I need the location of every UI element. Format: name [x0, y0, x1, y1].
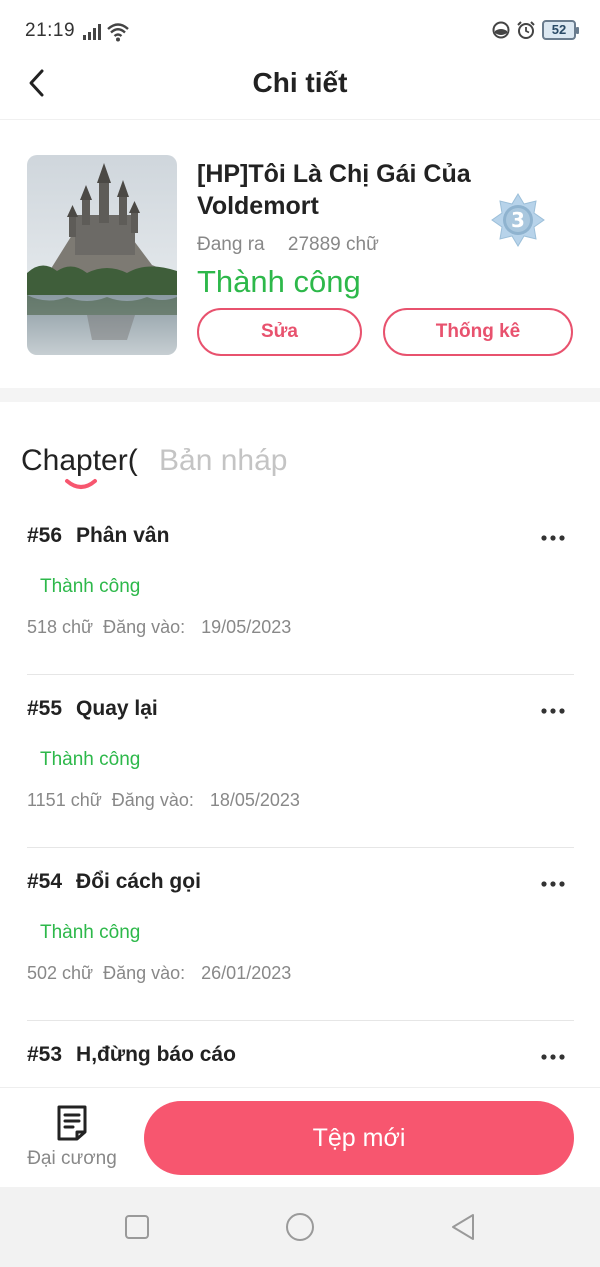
chapter-date: 18/05/2023 — [209, 790, 300, 810]
chapter-name: H,đừng báo cáo — [76, 1043, 236, 1066]
chapter-meta: 1151 chữ Đăng vào: 18/05/2023 — [27, 790, 310, 811]
chapter-meta: 502 chữ Đăng vào: 26/01/2023 — [27, 963, 301, 984]
wifi-icon — [107, 23, 129, 42]
stats-button[interactable]: Thống kê — [383, 308, 573, 356]
chapter-posted-label: Đăng vào: — [103, 617, 186, 637]
tabs: Chapter( Bản nháp — [0, 402, 600, 502]
chapter-title: #56 Phân vân — [27, 524, 169, 548]
chapter-date: 19/05/2023 — [201, 617, 292, 637]
document-list-icon — [57, 1105, 87, 1141]
status-bar: 21:19 52 — [0, 0, 600, 62]
status-time: 21:19 — [25, 20, 76, 41]
book-state: Đang ra — [197, 234, 265, 255]
chapter-word-count: 1151 chữ — [27, 790, 102, 810]
book-status: Thành công — [197, 264, 361, 299]
tab-active-indicator — [65, 479, 97, 489]
chapter-date: 26/01/2023 — [201, 963, 292, 983]
book-word-count: 27889 chữ — [287, 234, 379, 255]
data-saver-icon — [492, 21, 510, 39]
book-cover[interactable] — [27, 155, 177, 355]
chapter-title: #54 Đổi cách gọi — [27, 870, 201, 894]
chapter-row[interactable]: #53 H,đừng báo cáo — [27, 1021, 574, 1087]
chapter-status: Thành công — [40, 922, 141, 943]
book-meta: Đang ra 27889 chữ — [197, 234, 379, 256]
chapter-number: #56 — [27, 524, 63, 547]
battery-indicator: 52 — [542, 20, 579, 40]
more-options-icon[interactable] — [538, 528, 568, 548]
chapter-row[interactable]: #54 Đổi cách gọi Thành công 502 chữ Đăng v… — [27, 848, 574, 1021]
bottom-action-bar: Đại cương Tệp mới — [0, 1087, 600, 1187]
system-nav-bar — [0, 1187, 600, 1267]
outline-button[interactable]: Đại cương — [20, 1104, 124, 1176]
chapter-number: #54 — [27, 870, 63, 893]
new-file-button[interactable]: Tệp mới — [144, 1101, 574, 1175]
chapter-meta: 518 chữ Đăng vào: 19/05/2023 — [27, 617, 301, 638]
outline-label: Đại cương — [27, 1148, 117, 1169]
more-options-icon[interactable] — [538, 701, 568, 721]
recent-apps-icon[interactable] — [121, 1211, 153, 1243]
chapter-status: Thành công — [40, 576, 141, 597]
section-divider — [0, 388, 600, 402]
page-title: Chi tiết — [252, 67, 348, 98]
book-card: [HP]Tôi Là Chị Gái Của Voldemort Đang ra… — [0, 120, 600, 388]
chapter-posted-label: Đăng vào: — [103, 963, 186, 983]
status-right: 52 — [492, 20, 579, 40]
tab-draft[interactable]: Bản nháp — [159, 444, 287, 478]
back-nav-icon[interactable] — [447, 1211, 479, 1243]
chapter-posted-label: Đăng vào: — [111, 790, 194, 810]
chapter-list: #56 Phân vân Thành công 518 chữ Đăng vào: 1… — [0, 502, 600, 1087]
alarm-icon — [517, 21, 535, 39]
cover-image — [27, 155, 177, 355]
level-badge-number: 3 — [511, 208, 525, 232]
chapter-row[interactable]: #56 Phân vân Thành công 518 chữ Đăng vào: 1… — [27, 502, 574, 675]
more-options-icon[interactable] — [538, 874, 568, 894]
chapter-number: #55 — [27, 697, 63, 720]
chapter-title: #55 Quay lại — [27, 697, 158, 721]
chapter-row[interactable]: #55 Quay lại Thành công 1151 chữ Đăng vào:… — [27, 675, 574, 848]
home-icon[interactable] — [284, 1211, 316, 1243]
more-options-icon[interactable] — [538, 1047, 568, 1067]
chapter-word-count: 502 chữ — [27, 963, 94, 983]
chapter-number: #53 — [27, 1043, 63, 1066]
header: Chi tiết — [0, 62, 600, 120]
tab-chapter[interactable]: Chapter( — [21, 444, 138, 478]
level-badge-icon: 3 — [491, 193, 545, 247]
chapter-word-count: 518 chữ — [27, 617, 94, 637]
book-title: [HP]Tôi Là Chị Gái Của Voldemort — [197, 160, 471, 220]
chapter-name: Quay lại — [76, 697, 158, 720]
chapter-name: Đổi cách gọi — [76, 870, 201, 893]
edit-button[interactable]: Sửa — [197, 308, 362, 356]
chapter-name: Phân vân — [76, 524, 170, 547]
chapter-title: #53 H,đừng báo cáo — [27, 1043, 236, 1067]
chapter-status: Thành công — [40, 749, 141, 770]
signal-icon — [83, 24, 101, 40]
